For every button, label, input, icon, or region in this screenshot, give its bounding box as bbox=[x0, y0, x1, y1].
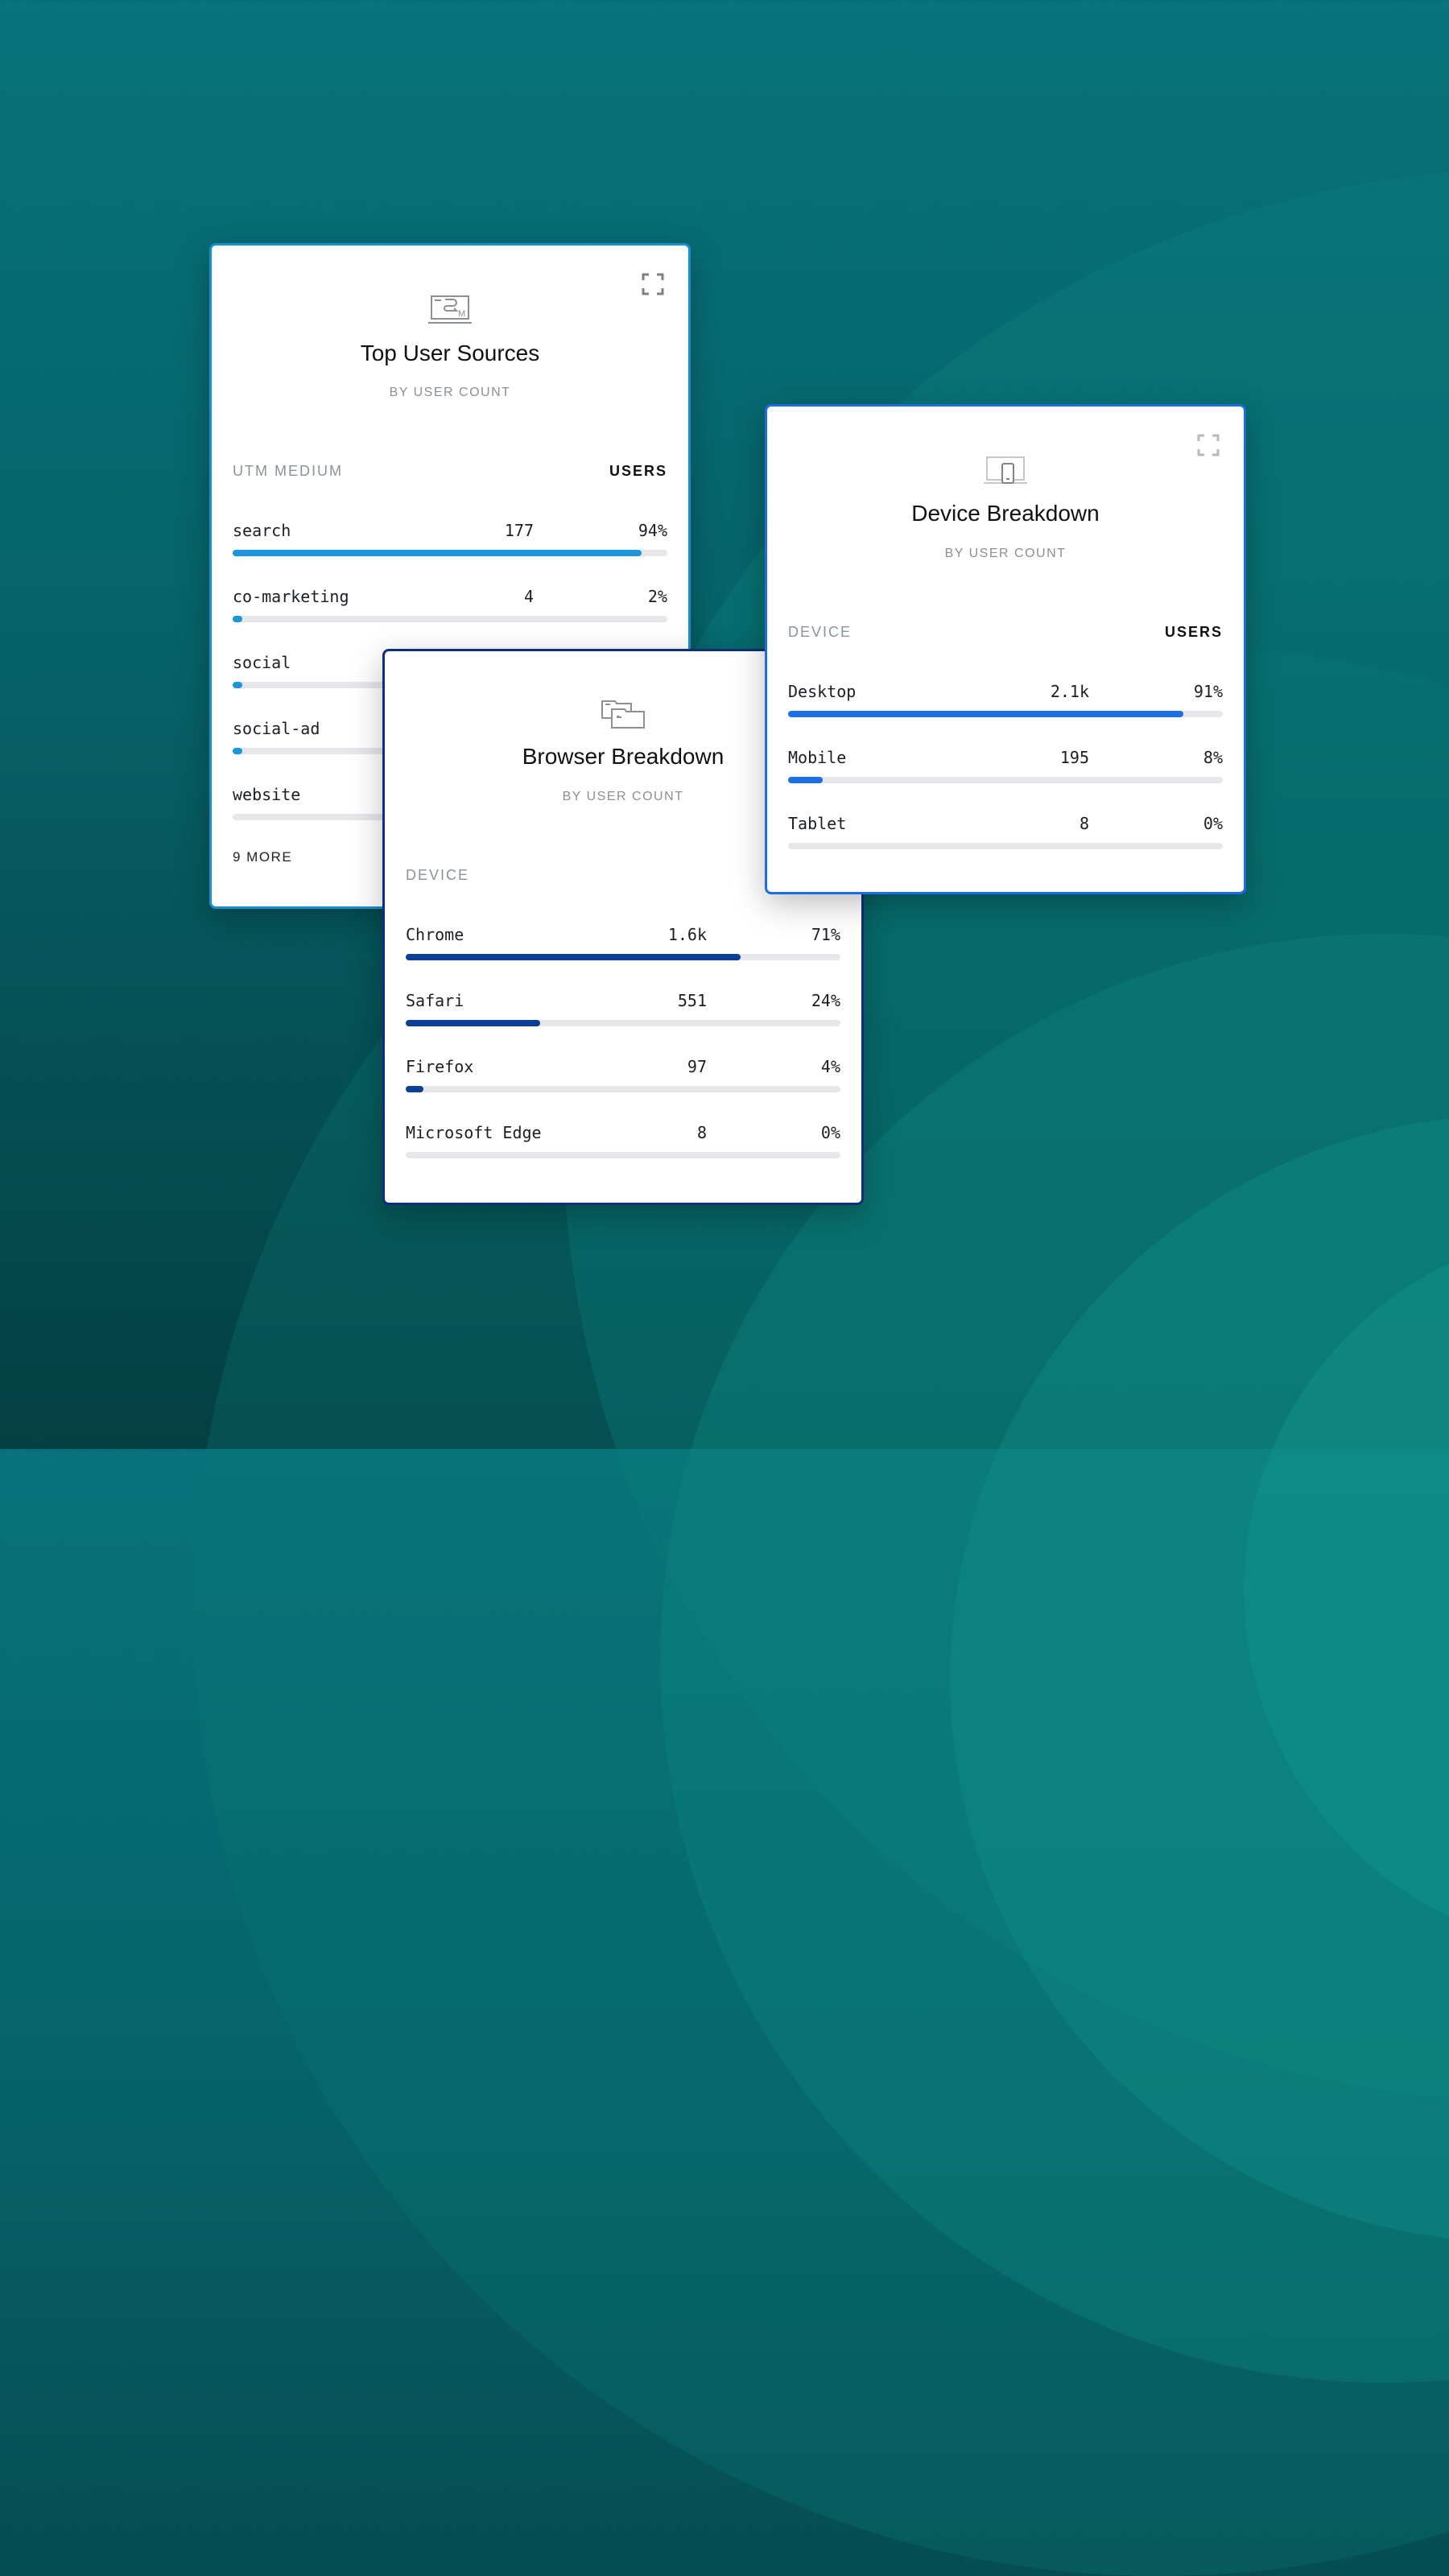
item-percent: 0% bbox=[820, 1123, 840, 1142]
item-percent: 0% bbox=[1203, 814, 1223, 833]
device-breakdown-card: Device Breakdown BY USER COUNT DEVICE US… bbox=[765, 404, 1246, 894]
list-item[interactable]: Desktop 2.1k 91% bbox=[788, 682, 1223, 748]
list-item[interactable]: Mobile 195 8% bbox=[788, 748, 1223, 814]
column-label-users: USERS bbox=[1164, 624, 1223, 640]
progress-track bbox=[233, 550, 667, 556]
list-item[interactable]: Tablet 8 0% bbox=[788, 814, 1223, 880]
item-percent: 71% bbox=[811, 925, 840, 944]
progress-track bbox=[788, 711, 1223, 717]
item-count: 177 bbox=[504, 521, 534, 540]
item-name: Tablet bbox=[788, 814, 847, 833]
item-count: 4 bbox=[523, 587, 534, 606]
item-name: website bbox=[233, 785, 301, 804]
list-item[interactable]: Chrome 1.6k 71% bbox=[406, 925, 840, 991]
item-count: 195 bbox=[1059, 748, 1089, 767]
list-item[interactable]: Microsoft Edge 8 0% bbox=[406, 1123, 840, 1189]
column-label-device: DEVICE bbox=[406, 867, 470, 883]
list-item[interactable]: Safari 551 24% bbox=[406, 991, 840, 1057]
utm-laptop-icon: M bbox=[428, 295, 472, 324]
item-count: 8 bbox=[1079, 814, 1089, 833]
progress-track bbox=[406, 1152, 840, 1158]
list-item[interactable]: Firefox 97 4% bbox=[406, 1057, 840, 1123]
item-name: Safari bbox=[406, 991, 464, 1010]
progress-fill bbox=[788, 777, 824, 783]
expand-icon bbox=[642, 273, 664, 295]
item-name: co-marketing bbox=[233, 587, 349, 606]
item-name: Microsoft Edge bbox=[406, 1123, 542, 1142]
progress-fill bbox=[233, 682, 242, 688]
progress-track bbox=[788, 777, 1223, 783]
progress-fill bbox=[406, 1020, 541, 1026]
item-count: 8 bbox=[696, 1123, 707, 1142]
browser-windows-icon bbox=[601, 700, 645, 729]
item-percent: 8% bbox=[1203, 748, 1223, 767]
card-subtitle: BY USER COUNT bbox=[389, 386, 511, 399]
item-count: 1.6k bbox=[667, 925, 707, 944]
item-count: 2.1k bbox=[1050, 682, 1089, 701]
list-item[interactable]: search 177 94% bbox=[233, 521, 667, 587]
column-header: DEVICE USERS bbox=[788, 624, 1223, 641]
expand-button[interactable] bbox=[642, 273, 664, 295]
progress-track bbox=[406, 1020, 840, 1026]
progress-fill bbox=[406, 1086, 423, 1092]
item-percent: 24% bbox=[811, 991, 840, 1010]
item-percent: 91% bbox=[1193, 682, 1223, 701]
card-title: Top User Sources bbox=[360, 341, 540, 365]
progress-fill bbox=[233, 616, 242, 622]
item-name: Firefox bbox=[406, 1057, 474, 1076]
more-link[interactable]: 9 MORE bbox=[233, 849, 292, 865]
progress-track bbox=[406, 954, 840, 960]
item-name: social bbox=[233, 653, 291, 672]
item-name: Desktop bbox=[788, 682, 857, 701]
svg-text:M: M bbox=[458, 309, 465, 319]
progress-fill bbox=[406, 954, 741, 960]
item-percent: 94% bbox=[638, 521, 667, 540]
column-label-users: USERS bbox=[609, 463, 667, 479]
card-title: Device Breakdown bbox=[911, 501, 1100, 526]
device-laptop-phone-icon bbox=[984, 456, 1027, 484]
progress-track bbox=[233, 616, 667, 622]
item-name: Chrome bbox=[406, 925, 464, 944]
column-label-utm-medium: UTM MEDIUM bbox=[233, 463, 343, 479]
item-name: Mobile bbox=[788, 748, 847, 767]
column-header: UTM MEDIUM USERS bbox=[233, 463, 667, 480]
progress-track bbox=[406, 1086, 840, 1092]
item-percent: 2% bbox=[647, 587, 667, 606]
progress-track bbox=[788, 843, 1223, 849]
device-list: Desktop 2.1k 91% Mobile 195 8% Tablet 8 0% bbox=[788, 682, 1223, 880]
progress-fill bbox=[233, 550, 642, 556]
column-label-device: DEVICE bbox=[788, 624, 852, 640]
expand-button[interactable] bbox=[1197, 434, 1220, 456]
item-count: 97 bbox=[687, 1057, 707, 1076]
list-item[interactable]: co-marketing 4 2% bbox=[233, 587, 667, 653]
expand-icon bbox=[1197, 434, 1220, 456]
item-name: search bbox=[233, 521, 291, 540]
progress-fill bbox=[788, 711, 1184, 717]
item-percent: 4% bbox=[820, 1057, 840, 1076]
item-count: 551 bbox=[677, 991, 707, 1010]
browser-list: Chrome 1.6k 71% Safari 551 24% Firefox 97 4% Micr… bbox=[406, 925, 840, 1189]
progress-fill bbox=[233, 748, 242, 754]
item-name: social-ad bbox=[233, 719, 320, 738]
card-subtitle: BY USER COUNT bbox=[944, 547, 1067, 560]
